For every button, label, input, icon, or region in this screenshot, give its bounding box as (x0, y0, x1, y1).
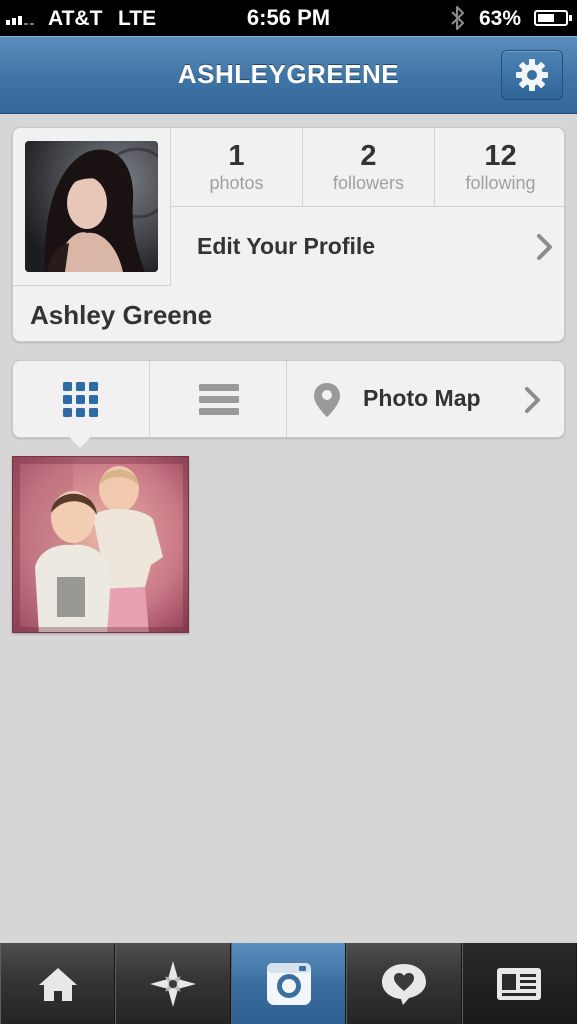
stat-value: 2 (360, 140, 377, 172)
explore-icon (150, 960, 197, 1007)
battery-percent: 63% (479, 7, 522, 30)
map-pin-icon (314, 383, 340, 417)
edit-profile-label: Edit Your Profile (197, 233, 376, 259)
chevron-right-icon (525, 387, 540, 413)
view-mode-tabs: Photo Map (12, 360, 565, 438)
avatar-cell (13, 128, 171, 286)
navigation-bar: ASHLEYGREENE (0, 36, 577, 114)
photo-image (13, 457, 188, 632)
gear-icon (516, 59, 548, 91)
list-view-tab[interactable] (150, 361, 287, 437)
photo-map-tab[interactable]: Photo Map (287, 361, 565, 437)
edit-profile-button[interactable]: Edit Your Profile (171, 207, 564, 286)
camera-icon (266, 962, 311, 1005)
bottom-tab-bar (0, 943, 577, 1024)
tab-profile[interactable] (461, 943, 577, 1024)
stat-followers[interactable]: 2 followers (303, 128, 435, 206)
grid-view-tab[interactable] (13, 361, 150, 437)
list-icon (199, 384, 239, 415)
grid-icon (63, 382, 98, 417)
stat-label: photos (209, 173, 264, 193)
profile-full-name: Ashley Greene (30, 300, 213, 330)
profile-card: 1 photos 2 followers 12 following Edit Y… (12, 127, 565, 342)
stat-label: following (465, 173, 536, 193)
active-tab-pointer (69, 437, 91, 448)
tab-explore[interactable] (115, 943, 231, 1024)
stat-photos[interactable]: 1 photos (171, 128, 303, 206)
profile-icon (497, 967, 542, 1000)
chevron-right-icon (537, 234, 552, 260)
settings-button[interactable] (501, 50, 563, 100)
status-bar: AT&T LTE 6:56 PM 63% (0, 0, 577, 36)
photo-thumbnail[interactable] (12, 456, 189, 633)
profile-name-row: Ashley Greene (13, 286, 564, 341)
profile-stats: 1 photos 2 followers 12 following (171, 128, 564, 207)
stat-following[interactable]: 12 following (435, 128, 564, 206)
tab-home[interactable] (0, 943, 116, 1024)
home-icon (38, 967, 77, 1001)
tab-news[interactable] (346, 943, 462, 1024)
stat-value: 12 (484, 140, 517, 172)
news-icon (381, 963, 426, 1005)
avatar[interactable] (25, 141, 158, 272)
photo-map-label: Photo Map (363, 385, 481, 411)
tab-camera[interactable] (230, 943, 347, 1024)
stat-label: followers (332, 173, 405, 193)
avatar-image (25, 141, 158, 272)
stat-value: 1 (228, 140, 245, 172)
battery-icon (534, 10, 572, 26)
bluetooth-icon (451, 5, 465, 31)
profile-username-title: ASHLEYGREENE (177, 59, 400, 89)
